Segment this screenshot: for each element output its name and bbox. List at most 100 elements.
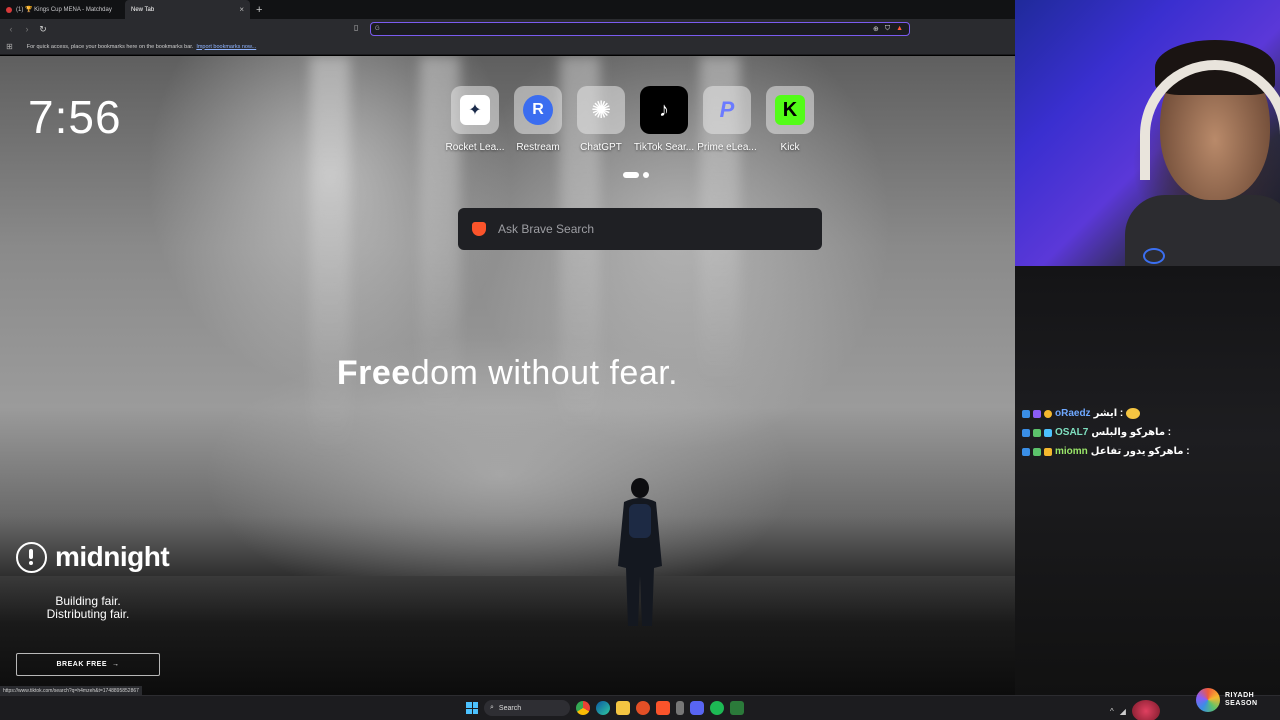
- badge-icon: [1022, 428, 1030, 437]
- network-icon[interactable]: ◢: [1120, 707, 1126, 716]
- shortcut-rocket-league[interactable]: ✦ Rocket Lea...: [446, 86, 504, 153]
- chat-username: miomn: [1055, 446, 1088, 457]
- break-free-label: BREAK FREE: [56, 661, 107, 668]
- shortcut-label: TikTok Sear...: [633, 142, 695, 153]
- shortcut-tile: R: [514, 86, 562, 134]
- zoom-icon[interactable]: ⊕: [873, 25, 879, 33]
- brave-icon[interactable]: [656, 701, 670, 715]
- rocket-league-icon: ✦: [460, 95, 490, 125]
- windows-start-icon[interactable]: [466, 702, 478, 714]
- top-sites: ✦ Rocket Lea... R Restream ✺ ChatGPT ♪ T…: [446, 86, 815, 153]
- apps-grid-icon[interactable]: ⊞: [6, 42, 13, 51]
- screen: (1) 🏆 Kings Cup MENA - Matchday New Tab …: [0, 0, 1280, 720]
- status-url: https://www.tiktok.com/search?q=h4mzeh&t…: [0, 686, 142, 695]
- midnight-logo[interactable]: midnight: [16, 541, 170, 573]
- chat-message: OSAL7 ماهركو والبلس :: [1022, 423, 1272, 442]
- youtube-icon: [6, 6, 12, 13]
- shortcut-tile: ✺: [577, 86, 625, 134]
- discord-icon[interactable]: [690, 701, 704, 715]
- tagline-rest: dom without fear.: [410, 354, 679, 392]
- taskbar-search[interactable]: ⌕ Search: [484, 700, 570, 716]
- sponsor-tagline: Building fair. Distributing fair.: [28, 595, 148, 621]
- tab-label: New Tab: [131, 6, 155, 13]
- search-input[interactable]: [498, 222, 822, 236]
- shortcut-kick[interactable]: K Kick: [765, 86, 815, 153]
- break-free-button[interactable]: BREAK FREE →: [16, 653, 160, 676]
- brave-search-box[interactable]: [458, 208, 822, 250]
- sponsor-name: midnight: [55, 541, 170, 572]
- shortcut-label: Prime eLea...: [697, 142, 757, 153]
- excel-icon[interactable]: [730, 701, 744, 715]
- riyadh-season-mark-icon: [1196, 688, 1220, 712]
- spotify-icon[interactable]: [710, 701, 724, 715]
- reload-icon[interactable]: ↻: [38, 24, 48, 35]
- chatgpt-icon: ✺: [590, 96, 612, 124]
- brave-rewards-icon[interactable]: ▲: [896, 25, 903, 33]
- microphone-icon[interactable]: [676, 701, 684, 715]
- address-bar[interactable]: G ⊕ ⛉ ▲: [370, 22, 910, 36]
- system-tray: ^ ◢: [1110, 700, 1160, 720]
- chat-message: oRaedz ايشر :: [1022, 404, 1272, 423]
- tab-kings-cup[interactable]: (1) 🏆 Kings Cup MENA - Matchday: [0, 0, 125, 19]
- shortcut-tile: ✦: [451, 86, 499, 134]
- new-tab-page: 7:56 ✦ Rocket Lea... R Restream ✺ ChatGP…: [0, 56, 1015, 695]
- stream-side-panel: [1015, 266, 1280, 695]
- tab-new-tab[interactable]: New Tab ×: [125, 0, 250, 19]
- riyadh-season-text: RIYADH SEASON: [1225, 692, 1258, 708]
- app-icon[interactable]: [636, 701, 650, 715]
- chevron-up-icon[interactable]: ^: [1110, 707, 1114, 716]
- riyadh-season-logo: RIYADH SEASON: [1196, 688, 1258, 712]
- shortcut-tiktok[interactable]: ♪ TikTok Sear...: [634, 86, 694, 153]
- file-explorer-icon[interactable]: [616, 701, 630, 715]
- bookmarks-bar: ⊞ For quick access, place your bookmarks…: [0, 39, 1015, 55]
- brave-shield-icon[interactable]: ⛉: [885, 25, 890, 33]
- tiktok-icon: ♪: [659, 98, 669, 121]
- rocky-ground: [0, 576, 1015, 695]
- kick-icon: K: [775, 95, 805, 125]
- address-input[interactable]: [385, 23, 873, 35]
- restream-icon: R: [523, 95, 553, 125]
- badge-icon: [1044, 428, 1052, 437]
- streamer-emblem: [1131, 700, 1160, 720]
- sponsor-tagline-line: Distributing fair.: [46, 607, 130, 621]
- forward-icon[interactable]: ›: [22, 24, 32, 34]
- pager-dot[interactable]: [643, 172, 649, 178]
- webcam-overlay: [1015, 0, 1280, 266]
- pager-dot-active[interactable]: [623, 172, 639, 178]
- shortcut-prime[interactable]: P Prime eLea...: [697, 86, 757, 153]
- badge-icon: [1022, 447, 1030, 456]
- tab-label: (1) 🏆 Kings Cup MENA - Matchday: [16, 7, 112, 13]
- new-tab-button[interactable]: +: [256, 4, 262, 16]
- search-engine-icon: G: [375, 26, 380, 32]
- prime-icon: P: [719, 97, 735, 122]
- waterfall-streak: [310, 56, 350, 456]
- badge-icon: [1044, 409, 1052, 418]
- overwatch-logo-icon: [1143, 248, 1165, 264]
- back-icon[interactable]: ‹: [6, 24, 16, 34]
- bookmark-icon[interactable]: ▯: [354, 23, 358, 32]
- taskbar-center: ⌕ Search: [466, 700, 744, 716]
- person-silhouette: [618, 478, 662, 626]
- shortcut-label: Restream: [516, 142, 560, 153]
- emote-icon: [1126, 408, 1141, 419]
- shortcut-chatgpt[interactable]: ✺ ChatGPT: [576, 86, 626, 153]
- badge-icon: [1033, 409, 1041, 418]
- taskbar-search-label: Search: [498, 704, 522, 712]
- badge-icon: [1033, 447, 1041, 456]
- midnight-logo-icon: [16, 541, 47, 573]
- shortcut-restream[interactable]: R Restream: [513, 86, 563, 153]
- shortcut-label: ChatGPT: [580, 142, 622, 153]
- import-bookmarks-link[interactable]: Import bookmarks now...: [196, 44, 256, 50]
- chrome-icon[interactable]: [576, 701, 590, 715]
- tab-strip: (1) 🏆 Kings Cup MENA - Matchday New Tab …: [0, 0, 1015, 19]
- chat-username: OSAL7: [1055, 427, 1089, 438]
- brave-lion-icon: [472, 222, 486, 236]
- close-tab-icon[interactable]: ×: [239, 5, 244, 14]
- clock: 7:56: [28, 91, 122, 143]
- browser-toolbar: ‹ › ↻ ▯ G ⊕ ⛉ ▲: [0, 19, 1015, 39]
- shortcut-tile: P: [703, 86, 751, 134]
- riyadh-line: SEASON: [1225, 700, 1258, 707]
- shortcut-label: Kick: [780, 142, 800, 153]
- edge-icon[interactable]: [596, 701, 610, 715]
- tagline: Freedom without fear.: [0, 354, 1015, 393]
